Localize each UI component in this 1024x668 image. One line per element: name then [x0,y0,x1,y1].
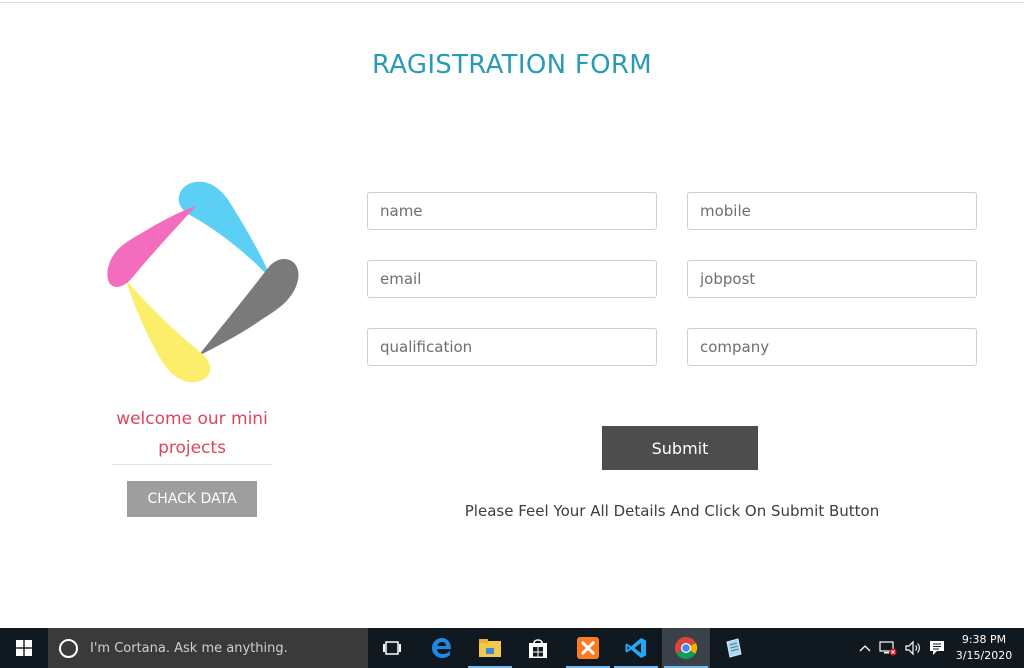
clock-date: 3/15/2020 [955,649,1013,662]
logo-petal-yellow [126,280,211,383]
network-button[interactable] [877,628,899,668]
edge-icon [432,638,451,658]
email-field[interactable] [367,260,657,298]
search-placeholder: I'm Cortana. Ask me anything. [90,640,288,656]
name-field[interactable] [367,192,657,230]
logo-petal-pink [107,206,196,287]
chrome-button[interactable] [662,628,710,668]
chevron-up-icon [859,645,871,652]
logo [107,181,299,383]
xampp-icon [577,637,599,659]
welcome-divider [112,464,272,465]
start-button[interactable] [0,628,48,668]
chrome-icon [675,637,698,659]
system-clock[interactable]: 9:38 PM 3/15/2020 [946,628,1022,668]
clock-time: 9:38 PM [961,633,1007,646]
store-icon [529,639,547,658]
qualification-field[interactable] [367,328,657,366]
show-hidden-icons-button[interactable] [856,628,874,668]
cortana-icon [59,638,78,658]
notepad-icon [726,638,742,658]
logo-petal-gray [198,258,299,356]
windows-logo-icon [16,640,32,656]
volume-button[interactable] [902,628,924,668]
logo-petal-blue [178,181,272,280]
vscode-icon [625,638,646,658]
check-data-button[interactable]: CHACK DATA [127,481,257,517]
edge-button[interactable] [418,628,466,668]
xampp-button[interactable] [564,628,612,668]
welcome-text: welcome our mini projects [116,409,268,458]
top-divider [0,2,1024,3]
task-view-icon [383,641,401,655]
cortana-search-box[interactable]: I'm Cortana. Ask me anything. [48,628,368,668]
instruction-text: Please Feel Your All Details And Click O… [464,502,880,520]
file-explorer-icon [479,639,501,657]
jobpost-field[interactable] [687,260,977,298]
vscode-button[interactable] [612,628,660,668]
company-field[interactable] [687,328,977,366]
mobile-field[interactable] [687,192,977,230]
file-explorer-button[interactable] [466,628,514,668]
page-title: RAGISTRATION FORM [371,50,653,80]
notification-icon [930,641,944,655]
submit-button[interactable]: Submit [602,426,758,470]
network-disconnected-icon [879,641,897,656]
notepad-button[interactable] [710,628,758,668]
task-view-button[interactable] [368,628,416,668]
action-center-button[interactable] [927,628,947,668]
store-button[interactable] [514,628,562,668]
speaker-icon [905,640,920,656]
taskbar: I'm Cortana. Ask me anything. 9:38 PM 3/… [0,628,1024,668]
